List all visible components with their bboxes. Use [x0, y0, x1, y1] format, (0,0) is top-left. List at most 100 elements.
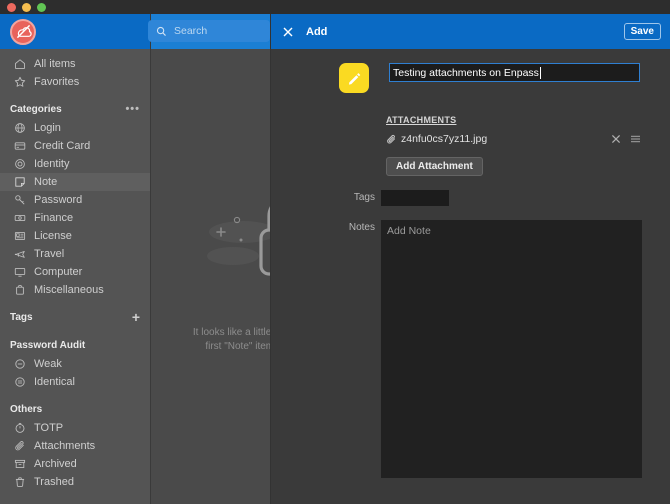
sidebar: All items Favorites Categories ••• Login… [0, 14, 150, 504]
close-window-button[interactable] [7, 2, 16, 12]
sidebar-item-license[interactable]: License [0, 227, 150, 245]
sidebar-item-password[interactable]: Password [0, 191, 150, 209]
add-tag-icon[interactable]: + [132, 310, 140, 324]
tags-label: Tags [353, 192, 375, 203]
travel-icon [13, 247, 27, 261]
notes-row: Notes Add Note [271, 220, 670, 478]
sidebar-item-computer[interactable]: Computer [0, 263, 150, 281]
sidebar-item-label: Login [34, 122, 61, 134]
close-icon[interactable] [280, 24, 296, 40]
sidebar-item-credit-card[interactable]: Credit Card [0, 137, 150, 155]
sidebar-item-trashed[interactable]: Trashed [0, 473, 150, 491]
item-list-panel: z z It looks like a little empty here. A… [150, 14, 270, 504]
search-input[interactable]: Search [148, 20, 270, 42]
sidebar-item-label: Identical [34, 376, 75, 388]
drag-handle-icon[interactable] [628, 132, 642, 146]
notes-label: Notes [348, 222, 375, 233]
window-titlebar [0, 0, 670, 14]
tags-row: Tags [271, 190, 670, 206]
credit-card-icon [13, 139, 27, 153]
finance-icon [13, 211, 27, 225]
detail-panel: Add Save Testing attachments on Enpass A… [270, 14, 670, 504]
license-icon [13, 229, 27, 243]
search-placeholder: Search [174, 25, 208, 37]
sidebar-item-identity[interactable]: Identity [0, 155, 150, 173]
identity-icon [13, 157, 27, 171]
sidebar-group-label: Categories [10, 103, 62, 115]
sidebar-item-label: Miscellaneous [34, 284, 104, 296]
paperclip-icon [13, 439, 27, 453]
empty-state: z z It looks like a little empty here. A… [151, 14, 270, 504]
add-attachment-button[interactable]: Add Attachment [386, 157, 483, 176]
remove-attachment-icon[interactable] [609, 132, 623, 146]
sidebar-item-weak[interactable]: Weak [0, 355, 150, 373]
timer-icon [13, 421, 27, 435]
sidebar-group-others: Others [0, 399, 150, 419]
attachment-row[interactable]: z4nfu0cs7yz11.jpg [386, 132, 670, 146]
trash-icon [13, 475, 27, 489]
zoom-window-button[interactable] [37, 2, 46, 12]
sidebar-group-label: Others [10, 403, 43, 415]
globe-icon [13, 121, 27, 135]
attachment-filename: z4nfu0cs7yz11.jpg [401, 133, 488, 145]
pencil-note-icon[interactable] [339, 63, 369, 93]
sidebar-item-identical[interactable]: Identical [0, 373, 150, 391]
sidebar-header [0, 14, 150, 49]
sidebar-item-label: Note [34, 176, 58, 188]
minimize-window-button[interactable] [22, 2, 31, 12]
attachments-section-label: ATTACHMENTS [386, 115, 457, 125]
search-icon [156, 26, 167, 37]
text-caret [539, 66, 541, 79]
sidebar-item-finance[interactable]: Finance [0, 209, 150, 227]
sidebar-item-label: Travel [34, 248, 65, 260]
sidebar-item-label: Password [34, 194, 83, 206]
sidebar-group-categories: Categories ••• [0, 99, 150, 119]
sidebar-group-label: Tags [10, 311, 33, 323]
sidebar-item-label: Finance [34, 212, 74, 224]
sidebar-scroll-area[interactable]: All items Favorites Categories ••• Login… [0, 49, 150, 504]
equals-circle-icon [13, 375, 27, 389]
monitor-icon [13, 265, 27, 279]
sidebar-item-note[interactable]: Note [0, 173, 150, 191]
paperclip-icon [386, 134, 397, 145]
star-icon [13, 75, 27, 89]
sidebar-item-label: Credit Card [34, 140, 91, 152]
categories-more-icon[interactable]: ••• [125, 103, 140, 115]
sidebar-item-label: All items [34, 58, 76, 70]
home-icon [13, 57, 27, 71]
sidebar-item-label: Favorites [34, 76, 80, 88]
sidebar-item-login[interactable]: Login [0, 119, 150, 137]
sidebar-group-label: Password Audit [10, 339, 86, 351]
enpass-window: All items Favorites Categories ••• Login… [0, 0, 670, 504]
sidebar-item-attachments[interactable]: Attachments [0, 437, 150, 455]
sidebar-group-tags: Tags + [0, 307, 150, 327]
minus-circle-icon [13, 357, 27, 371]
sidebar-item-favorites[interactable]: Favorites [0, 73, 150, 91]
detail-title: Add [306, 25, 328, 38]
title-input-value: Testing attachments on Enpass [393, 66, 539, 79]
sidebar-item-all-items[interactable]: All items [0, 55, 150, 73]
title-input[interactable]: Testing attachments on Enpass [389, 63, 640, 82]
detail-header: Add Save [271, 14, 670, 49]
sidebar-group-password-audit: Password Audit [0, 335, 150, 355]
sleeping-padlock-illustration: z z [181, 184, 270, 304]
sidebar-item-archived[interactable]: Archived [0, 455, 150, 473]
empty-state-text: It looks like a little empty here. Add y… [192, 327, 270, 352]
detail-body: Testing attachments on Enpass ATTACHMENT… [271, 49, 670, 504]
save-button[interactable]: Save [623, 23, 661, 40]
sidebar-item-label: Weak [34, 358, 62, 370]
sidebar-item-label: Attachments [34, 440, 96, 452]
note-icon [13, 175, 27, 189]
sidebar-item-label: Computer [34, 266, 83, 278]
sidebar-item-label: Identity [34, 158, 70, 170]
sidebar-item-label: Archived [34, 458, 77, 470]
sidebar-item-totp[interactable]: TOTP [0, 419, 150, 437]
notes-input[interactable]: Add Note [381, 220, 642, 478]
sidebar-item-travel[interactable]: Travel [0, 245, 150, 263]
tags-input[interactable] [381, 190, 449, 206]
key-icon [13, 193, 27, 207]
sidebar-item-label: License [34, 230, 72, 242]
briefcase-icon [13, 283, 27, 297]
sidebar-item-miscellaneous[interactable]: Miscellaneous [0, 281, 150, 299]
title-row: Testing attachments on Enpass [271, 63, 670, 93]
